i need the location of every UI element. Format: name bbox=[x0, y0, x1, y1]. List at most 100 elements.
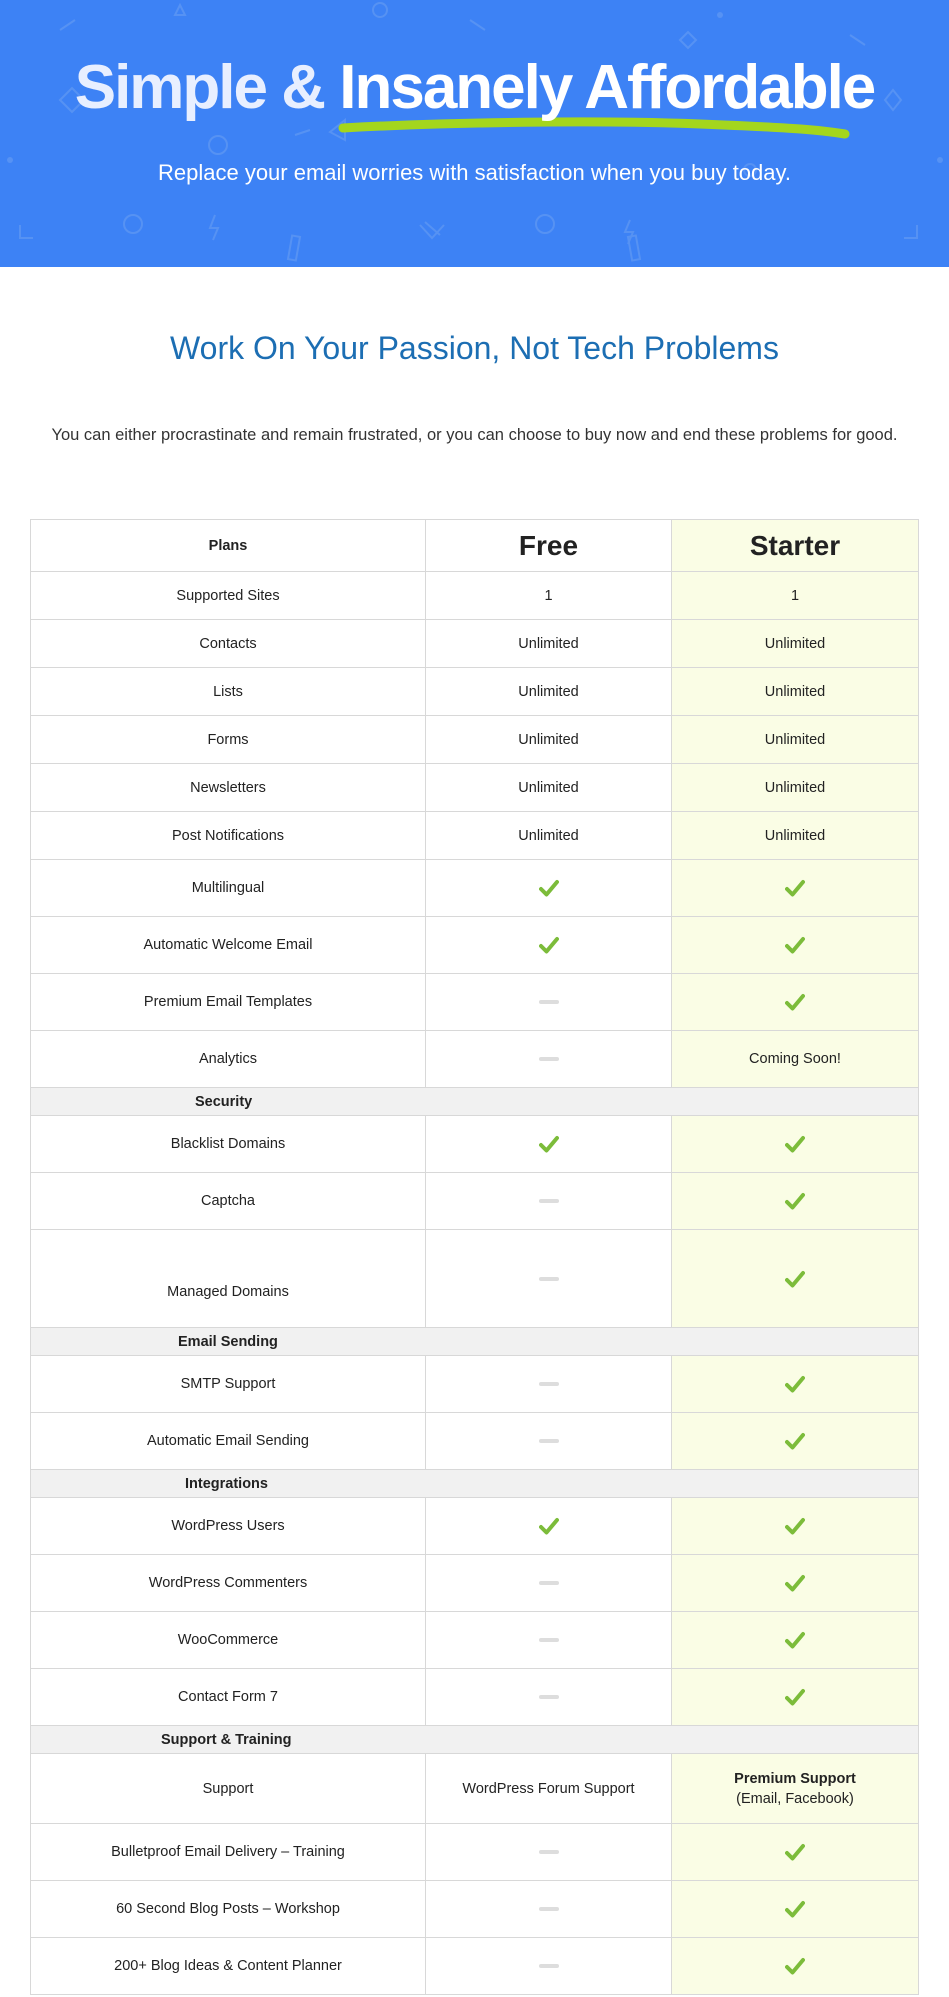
free-value bbox=[425, 1823, 672, 1881]
table-row: Analytics Coming Soon! bbox=[30, 1030, 919, 1088]
free-value bbox=[425, 1229, 672, 1328]
check-icon bbox=[538, 880, 559, 897]
feature-name: WordPress Users bbox=[30, 1497, 426, 1555]
section-header: Integrations bbox=[30, 1469, 919, 1498]
check-icon bbox=[785, 1632, 805, 1649]
free-value bbox=[425, 859, 672, 917]
section-header-row: Security bbox=[30, 1087, 919, 1116]
table-row: Captcha bbox=[30, 1172, 919, 1230]
dash-icon bbox=[538, 1199, 559, 1204]
table-row: 60 Second Blog Posts – Workshop bbox=[30, 1880, 919, 1938]
table-row: Blacklist Domains bbox=[30, 1115, 919, 1173]
starter-value bbox=[671, 1668, 919, 1726]
check-icon bbox=[785, 1958, 805, 1975]
check-icon bbox=[538, 937, 559, 954]
feature-name: Forms bbox=[30, 715, 426, 764]
starter-value bbox=[671, 1229, 919, 1328]
table-row: Contact Form 7 bbox=[30, 1668, 919, 1726]
cell-value: Unlimited bbox=[764, 683, 826, 700]
free-value: WordPress Forum Support bbox=[425, 1753, 672, 1824]
starter-value bbox=[671, 859, 919, 917]
cell-value: Unlimited bbox=[518, 635, 579, 652]
check-icon bbox=[785, 880, 805, 897]
free-value bbox=[425, 973, 672, 1031]
dash-icon bbox=[538, 1581, 559, 1586]
feature-name: Automatic Email Sending bbox=[30, 1412, 426, 1470]
free-value bbox=[425, 1668, 672, 1726]
feature-name: Lists bbox=[30, 667, 426, 716]
hero-banner: Simple & Insanely Affordable Replace you… bbox=[0, 0, 949, 267]
cell-value: Unlimited bbox=[518, 683, 579, 700]
table-row: Forms Unlimited Unlimited bbox=[30, 715, 919, 764]
feature-name: Managed Domains bbox=[30, 1229, 426, 1328]
check-icon bbox=[538, 1136, 559, 1153]
starter-value bbox=[671, 1823, 919, 1881]
check-icon bbox=[785, 1844, 805, 1861]
free-value: Unlimited bbox=[425, 667, 672, 716]
section-header: Support & Training bbox=[30, 1725, 919, 1754]
premium-support-title: Premium Support bbox=[734, 1770, 856, 1787]
table-row: Premium Email Templates bbox=[30, 973, 919, 1031]
table-row: Multilingual bbox=[30, 859, 919, 917]
free-value bbox=[425, 916, 672, 974]
free-value bbox=[425, 1554, 672, 1612]
check-icon bbox=[785, 1689, 805, 1706]
table-row: Lists Unlimited Unlimited bbox=[30, 667, 919, 716]
starter-value bbox=[671, 1115, 919, 1173]
feature-name: SMTP Support bbox=[30, 1355, 426, 1413]
starter-value bbox=[671, 973, 919, 1031]
cell-value: Unlimited bbox=[764, 731, 826, 748]
table-row: Newsletters Unlimited Unlimited bbox=[30, 763, 919, 812]
free-value bbox=[425, 1115, 672, 1173]
dash-icon bbox=[538, 1000, 559, 1005]
section-header: Email Sending bbox=[30, 1327, 919, 1356]
cell-value: 1 bbox=[544, 587, 553, 604]
dash-icon bbox=[538, 1276, 559, 1281]
feature-name: 200+ Blog Ideas & Content Planner bbox=[30, 1937, 426, 1995]
feature-name: Post Notifications bbox=[30, 811, 426, 860]
cell-value: Unlimited bbox=[764, 779, 826, 796]
feature-name: WooCommerce bbox=[30, 1611, 426, 1669]
section-header: Security bbox=[30, 1087, 919, 1116]
check-icon bbox=[785, 1433, 805, 1450]
table-header-row: Plans Free Starter bbox=[30, 519, 919, 572]
check-icon bbox=[785, 1575, 805, 1592]
feature-name: Support bbox=[30, 1753, 426, 1824]
cell-value: 1 bbox=[790, 587, 800, 604]
dash-icon bbox=[538, 1907, 559, 1912]
section-header-row: Support & Training bbox=[30, 1725, 919, 1754]
premium-support-channels: (Email, Facebook) bbox=[736, 1790, 854, 1807]
hero-subtitle: Replace your email worries with satisfac… bbox=[157, 160, 791, 185]
free-value: Unlimited bbox=[425, 811, 672, 860]
starter-value bbox=[671, 1355, 919, 1413]
starter-value: 1 bbox=[671, 571, 919, 620]
starter-value: Unlimited bbox=[671, 715, 919, 764]
feature-name: Bulletproof Email Delivery – Training bbox=[30, 1823, 426, 1881]
starter-value bbox=[671, 1172, 919, 1230]
check-icon bbox=[785, 1270, 805, 1287]
plan-free-heading: Free bbox=[425, 519, 672, 572]
starter-value: Unlimited bbox=[671, 667, 919, 716]
feature-name: WordPress Commenters bbox=[30, 1554, 426, 1612]
dash-icon bbox=[538, 1695, 559, 1700]
table-row: Support WordPress Forum Support Premium Su… bbox=[30, 1753, 919, 1824]
feature-name: Blacklist Domains bbox=[30, 1115, 426, 1173]
free-value: Unlimited bbox=[425, 763, 672, 812]
table-row: Automatic Welcome Email bbox=[30, 916, 919, 974]
table-row: Supported Sites 1 1 bbox=[30, 571, 919, 620]
check-icon bbox=[785, 994, 805, 1011]
free-value bbox=[425, 1937, 672, 1995]
section-title: Work On Your Passion, Not Tech Problems bbox=[170, 330, 779, 366]
check-icon bbox=[785, 1193, 805, 1210]
starter-value: Unlimited bbox=[671, 619, 919, 668]
section-header-row: Email Sending bbox=[30, 1327, 919, 1356]
starter-value: Unlimited bbox=[671, 763, 919, 812]
table-row: WordPress Commenters bbox=[30, 1554, 919, 1612]
plan-starter-heading: Starter bbox=[671, 519, 919, 572]
free-value bbox=[425, 1412, 672, 1470]
dash-icon bbox=[538, 1638, 559, 1643]
feature-name: Analytics bbox=[30, 1030, 426, 1088]
free-value bbox=[425, 1030, 672, 1088]
free-value bbox=[425, 1497, 672, 1555]
feature-name: Premium Email Templates bbox=[30, 973, 426, 1031]
